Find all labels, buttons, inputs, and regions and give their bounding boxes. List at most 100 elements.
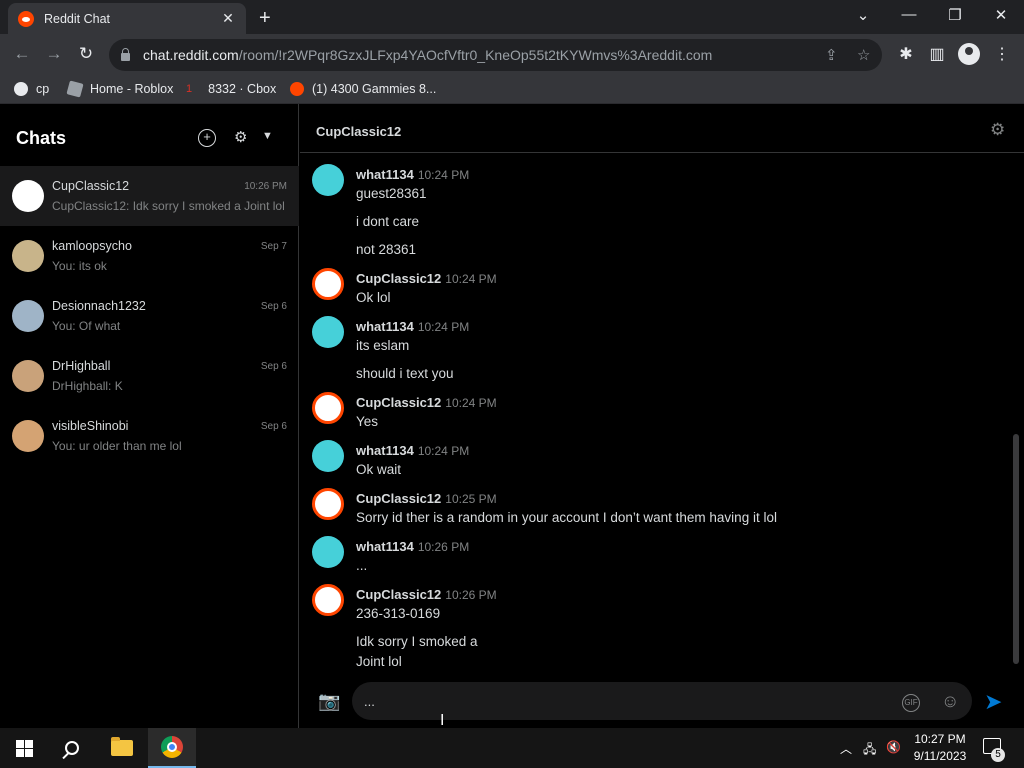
- avatar[interactable]: [312, 268, 344, 300]
- restore-icon[interactable]: ❐: [945, 6, 965, 24]
- message-author[interactable]: what1134 10:24 PM: [356, 167, 469, 182]
- message-text: ...: [356, 558, 368, 573]
- globe-icon: [14, 82, 28, 96]
- gif-icon[interactable]: GIF: [902, 694, 920, 712]
- message-username[interactable]: CupClassic12: [356, 271, 441, 286]
- message-username[interactable]: what1134: [356, 443, 414, 458]
- bookmark-item[interactable]: (1) 4300 Gammies 8...: [290, 82, 436, 96]
- menu-kebab-icon[interactable]: ⋮: [992, 44, 1012, 64]
- avatar[interactable]: [312, 536, 344, 568]
- message-time: 10:24 PM: [445, 272, 497, 286]
- new-chat-icon[interactable]: +: [198, 129, 216, 147]
- message-text: guest28361: [356, 186, 427, 201]
- bookmark-item[interactable]: Home - Roblox: [66, 80, 173, 98]
- tab-search-icon[interactable]: ⌄: [853, 6, 873, 24]
- browser-tab[interactable]: Reddit Chat ✕: [8, 3, 246, 34]
- minimize-icon[interactable]: —: [899, 6, 919, 23]
- chat-time: Sep 6: [260, 421, 287, 432]
- chat-list-item[interactable]: Desionnach1232 Sep 6 You: Of what: [0, 286, 299, 346]
- message-author[interactable]: CupClassic12 10:26 PM: [356, 587, 497, 602]
- folder-icon: [111, 737, 133, 756]
- bookmark-item[interactable]: 1 8332 · Cbox: [186, 82, 276, 96]
- avatar[interactable]: [312, 440, 344, 472]
- avatar[interactable]: [312, 584, 344, 616]
- start-button[interactable]: [0, 728, 48, 768]
- message-input[interactable]: ...: [352, 682, 972, 720]
- message-username[interactable]: CupClassic12: [356, 395, 441, 410]
- scrollbar[interactable]: [1013, 434, 1019, 664]
- chat-preview: You: ur older than me lol: [52, 439, 182, 453]
- chat-name: kamloopsycho: [52, 239, 132, 253]
- send-icon[interactable]: ➤: [984, 689, 1002, 715]
- chat-name: CupClassic12: [52, 179, 130, 193]
- message-author[interactable]: what1134 10:24 PM: [356, 443, 469, 458]
- conversation-pane: CupClassic12 ⚙ what1134 10:24 PM guest2836…: [300, 104, 1024, 728]
- message-list: what1134 10:24 PM guest28361 i dont care not…: [300, 154, 1024, 674]
- close-tab-icon[interactable]: ✕: [220, 10, 236, 27]
- chat-list-item[interactable]: visibleShinobi Sep 6 You: ur older than me…: [0, 406, 299, 466]
- tray-chevron-icon[interactable]: ︿: [840, 740, 852, 757]
- message-time: 10:26 PM: [417, 540, 470, 554]
- file-explorer-button[interactable]: [98, 728, 146, 768]
- profile-avatar-icon[interactable]: [958, 43, 980, 65]
- chat-list-item[interactable]: CupClassic12 10:26 PM CupClassic12: Idk so…: [0, 166, 299, 226]
- share-icon[interactable]: ⇪: [825, 46, 838, 64]
- reload-icon[interactable]: ↻: [75, 44, 97, 64]
- side-panel-icon[interactable]: ▥: [927, 44, 947, 64]
- emoji-icon[interactable]: ☺: [941, 691, 959, 712]
- chat-time: Sep 6: [260, 301, 287, 312]
- bookmark-star-icon[interactable]: ☆: [857, 46, 870, 64]
- message-time: 10:26 PM: [445, 588, 497, 602]
- gear-icon[interactable]: ⚙: [990, 120, 1005, 140]
- chat-name: DrHighball: [52, 359, 111, 373]
- avatar[interactable]: [312, 164, 344, 196]
- avatar[interactable]: [312, 316, 344, 348]
- chat-time: Sep 6: [260, 361, 287, 372]
- address-bar[interactable]: chat.reddit.com/room/!r2WPqr8GzxJLFxp4YA…: [109, 39, 882, 71]
- message-username[interactable]: CupClassic12: [356, 587, 441, 602]
- windows-icon: [15, 739, 33, 757]
- chevron-down-icon[interactable]: ▼: [262, 130, 273, 142]
- avatar[interactable]: [312, 488, 344, 520]
- clock-time: 10:27 PM: [914, 732, 966, 746]
- roblox-icon: [66, 80, 84, 98]
- chat-name: visibleShinobi: [52, 419, 129, 433]
- browser-toolbar: ← → ↻ chat.reddit.com/room/!r2WPqr8GzxJL…: [0, 34, 1024, 76]
- message-author[interactable]: what1134 10:24 PM: [356, 319, 469, 334]
- chat-list-item[interactable]: kamloopsycho Sep 7 You: its ok: [0, 226, 299, 286]
- avatar: [12, 420, 44, 452]
- close-window-icon[interactable]: ✕: [991, 6, 1011, 24]
- camera-icon[interactable]: 📷: [318, 691, 340, 712]
- notification-count-badge: 5: [991, 748, 1005, 762]
- message-text: i dont care: [356, 214, 420, 229]
- avatar[interactable]: [312, 392, 344, 424]
- message-username[interactable]: what1134: [356, 319, 414, 334]
- reddit-icon: [290, 82, 304, 96]
- message-author[interactable]: CupClassic12 10:24 PM: [356, 271, 497, 286]
- message-time: 10:24 PM: [417, 320, 470, 334]
- message-author[interactable]: CupClassic12 10:25 PM: [356, 491, 497, 506]
- filter-icon[interactable]: ⚙: [234, 128, 247, 146]
- chrome-button[interactable]: [148, 728, 196, 768]
- extensions-icon[interactable]: ✱: [896, 44, 916, 64]
- search-icon: [65, 741, 79, 755]
- volume-muted-icon[interactable]: 🔇: [886, 740, 901, 754]
- chat-list-item[interactable]: DrHighball Sep 6 DrHighball: K: [0, 346, 299, 406]
- search-button[interactable]: [48, 728, 96, 768]
- avatar: [12, 300, 44, 332]
- forward-icon[interactable]: →: [43, 44, 65, 64]
- message-username[interactable]: what1134: [356, 167, 414, 182]
- bookmark-item[interactable]: cp: [14, 82, 49, 96]
- network-icon[interactable]: 🖧: [863, 740, 876, 761]
- message-username[interactable]: CupClassic12: [356, 491, 441, 506]
- sidebar-header: Chats + ⚙ ▼: [0, 104, 299, 166]
- message-username[interactable]: what1134: [356, 539, 414, 554]
- screen: Reddit Chat ✕ + ⌄ — ❐ ✕ ← → ↻ chat.reddi…: [0, 0, 1024, 768]
- sidebar-title: Chats: [16, 128, 67, 148]
- message-author[interactable]: CupClassic12 10:24 PM: [356, 395, 497, 410]
- message-time: 10:24 PM: [417, 444, 470, 458]
- clock[interactable]: 10:27 PM 9/11/2023: [905, 731, 975, 765]
- back-icon[interactable]: ←: [11, 44, 33, 64]
- message-author[interactable]: what1134 10:26 PM: [356, 539, 469, 554]
- new-tab-button[interactable]: +: [259, 7, 271, 30]
